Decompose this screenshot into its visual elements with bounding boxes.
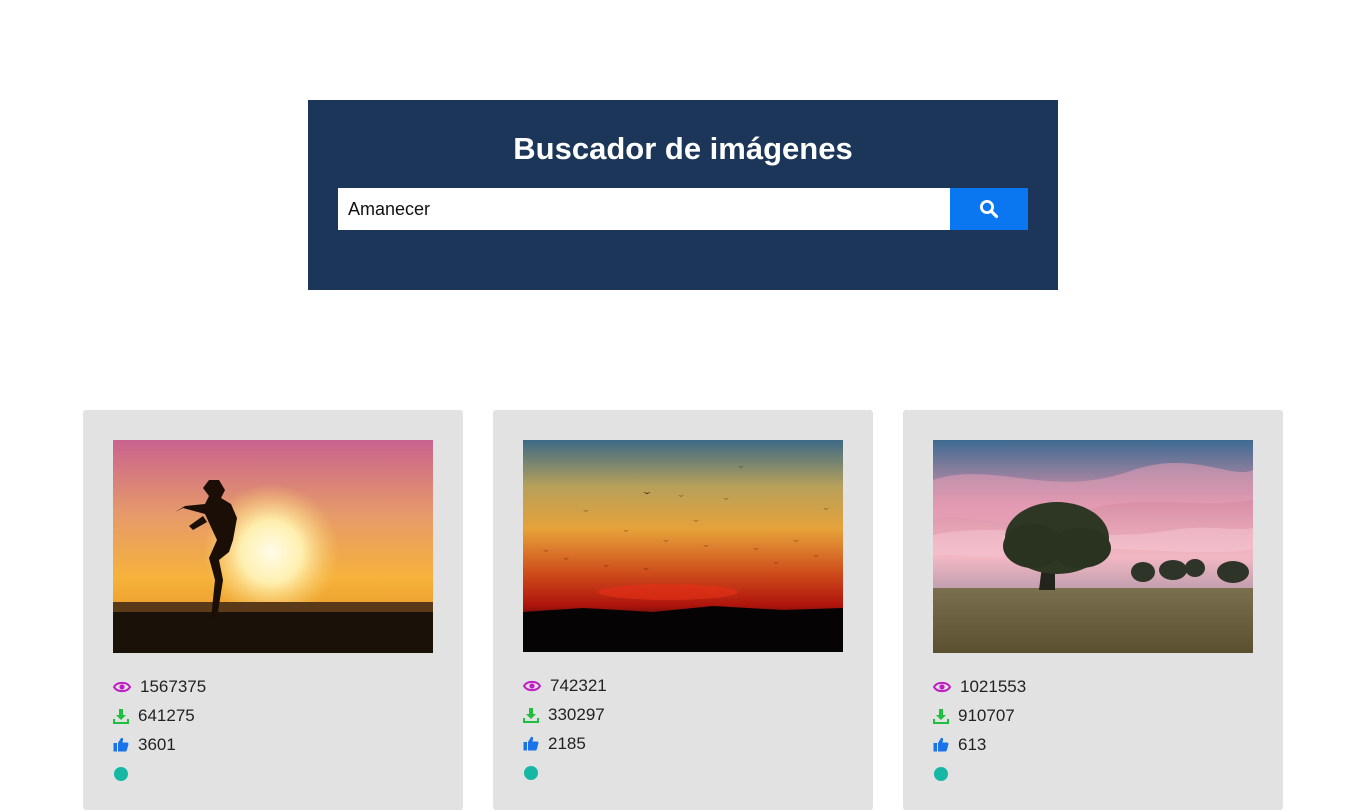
downloads-stat: 641275: [113, 701, 206, 730]
views-count: 1021553: [960, 677, 1027, 696]
eye-icon: [523, 680, 541, 691]
eye-icon: [933, 681, 951, 692]
result-image[interactable]: [523, 440, 843, 652]
search-icon: [980, 200, 999, 219]
result-image[interactable]: [933, 440, 1253, 653]
search-panel: Buscador de imágenes: [308, 100, 1058, 290]
downloads-stat: 330297: [523, 700, 607, 729]
download-icon: [113, 708, 129, 724]
search-button[interactable]: [950, 188, 1028, 230]
comments-stat: [523, 758, 607, 787]
downloads-count: 910707: [958, 706, 1015, 725]
image-card[interactable]: 1021553 910707 613: [903, 410, 1283, 810]
thumbs-up-icon: [523, 736, 539, 751]
likes-count: 2185: [548, 734, 586, 753]
downloads-count: 330297: [548, 705, 605, 724]
image-stats: 1567375 641275 3601: [113, 672, 206, 788]
search-form: [338, 188, 1028, 230]
result-image[interactable]: [113, 440, 433, 653]
views-stat: 1567375: [113, 672, 206, 701]
download-icon: [523, 707, 539, 723]
views-count: 742321: [550, 676, 607, 695]
views-stat: 1021553: [933, 672, 1026, 701]
image-stats: 742321 330297 2185: [523, 671, 607, 787]
comments-stat: [933, 759, 1026, 788]
likes-count: 3601: [138, 735, 176, 754]
likes-stat: 613: [933, 730, 1026, 759]
comment-icon: [524, 765, 538, 780]
likes-count: 613: [958, 735, 987, 754]
downloads-count: 641275: [138, 706, 195, 725]
eye-icon: [113, 681, 131, 692]
page-title: Buscador de imágenes: [513, 131, 853, 166]
download-icon: [933, 708, 949, 724]
thumbs-up-icon: [933, 737, 949, 752]
search-input[interactable]: [338, 188, 950, 230]
image-card[interactable]: 1567375 641275 3601: [83, 410, 463, 810]
likes-stat: 3601: [113, 730, 206, 759]
views-stat: 742321: [523, 671, 607, 700]
comments-stat: [113, 759, 206, 788]
image-stats: 1021553 910707 613: [933, 672, 1026, 788]
likes-stat: 2185: [523, 729, 607, 758]
downloads-stat: 910707: [933, 701, 1026, 730]
views-count: 1567375: [140, 677, 207, 696]
thumbs-up-icon: [113, 737, 129, 752]
image-card[interactable]: 742321 330297 2185: [493, 410, 873, 810]
